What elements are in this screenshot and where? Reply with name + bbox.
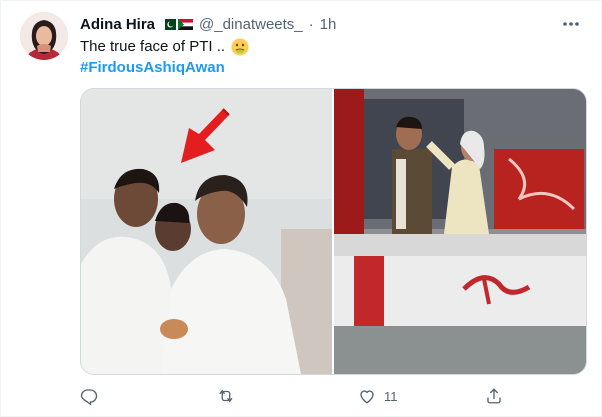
nauseated-face-emoji — [231, 38, 249, 56]
hashtag-link[interactable]: #FirdousAshiqAwan — [80, 58, 225, 78]
likes-count: 11 — [384, 388, 398, 404]
share-icon — [487, 388, 501, 404]
action-bar: 11 — [80, 383, 585, 409]
tweet-header: Adina Hira @_dinatweets_ · 1h — [80, 14, 336, 34]
photo-rally-illustration — [81, 89, 332, 374]
pakistan-flag-icon — [161, 18, 177, 30]
flag-icons — [161, 18, 194, 30]
retweet-icon — [219, 389, 233, 403]
reply-icon — [80, 389, 98, 405]
sudan-flag-icon — [178, 18, 194, 30]
media-photo-right[interactable] — [334, 89, 586, 374]
tweet-text-content: The true face of PTI .. — [80, 38, 226, 55]
media-photo-left[interactable] — [81, 89, 332, 374]
author-name[interactable]: Adina Hira — [80, 16, 155, 33]
heart-icon — [360, 390, 374, 404]
retweet-button[interactable] — [216, 383, 236, 409]
timestamp[interactable]: 1h — [320, 16, 337, 33]
avatar[interactable] — [20, 12, 68, 60]
avatar-image — [20, 12, 68, 60]
photo-studio-illustration — [334, 89, 586, 374]
media-grid — [80, 88, 587, 375]
like-button[interactable]: 11 — [358, 383, 398, 409]
author-handle[interactable]: @_dinatweets_ — [199, 16, 303, 33]
tweet-text: The true face of PTI .. — [80, 37, 249, 57]
reply-button[interactable] — [80, 383, 98, 409]
share-button[interactable] — [485, 383, 503, 409]
tweet-card[interactable]: Adina Hira @_dinatweets_ · 1h The true f… — [0, 0, 602, 417]
more-dots-icon[interactable] — [560, 14, 582, 34]
separator-dot: · — [308, 15, 314, 33]
